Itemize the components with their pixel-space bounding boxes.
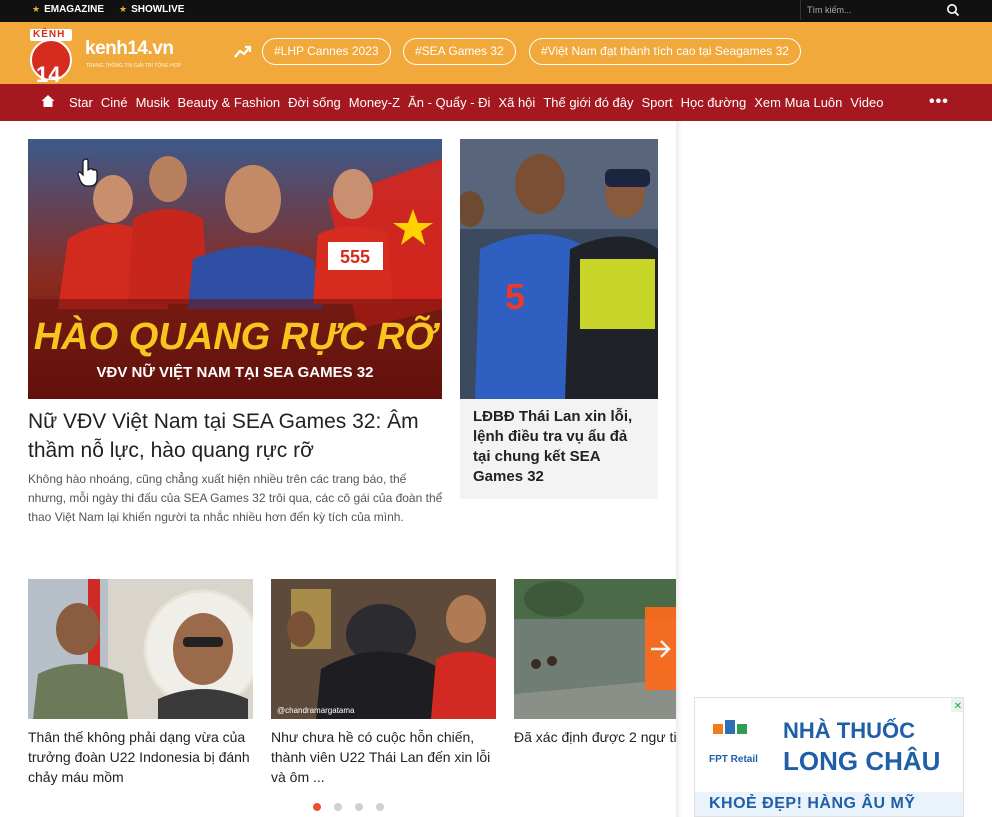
- card-illustration-indonesia: [28, 579, 253, 719]
- photo-watermark: @chandramargatama: [277, 706, 355, 715]
- nav-item-money-z[interactable]: Money-Z: [349, 95, 400, 110]
- top-bar: ★ EMAGAZINE ★ SHOWLIVE: [0, 0, 992, 22]
- card-image-indonesia[interactable]: [28, 579, 253, 719]
- side-story-image[interactable]: 5: [460, 139, 658, 399]
- emagazine-link[interactable]: ★ EMAGAZINE: [32, 4, 104, 15]
- ad-line-1: NHÀ THUỐC: [783, 718, 915, 743]
- carousel-dot-4[interactable]: [376, 803, 384, 811]
- card-title-indonesia[interactable]: Thân thế không phải dạng vừa của trưởng …: [28, 727, 253, 787]
- side-story-illustration: 5: [460, 139, 658, 399]
- carousel-dot-2[interactable]: [334, 803, 342, 811]
- nav-item-xa-hoi[interactable]: Xã hội: [498, 95, 535, 110]
- site-header: KÊNH 14 kenh14.vn TRANG THÔNG TIN GIẢI T…: [0, 22, 992, 87]
- trending-tag-cannes[interactable]: #LHP Cannes 2023: [262, 38, 391, 65]
- nav-item-doi-song[interactable]: Đời sống: [288, 95, 341, 110]
- trending-tag-vietnam-seagames[interactable]: #Việt Nam đạt thành tích cao tại Seagame…: [529, 38, 801, 65]
- ad-brand: FPT Retail: [709, 754, 758, 765]
- side-story-card[interactable]: 5 LĐBĐ Thái Lan xin lỗi, lệnh điều tra v…: [460, 139, 658, 499]
- long-chau-advertisement[interactable]: ✕ FPT Retail NHÀ THUỐC LONG CHÂU KHOẺ ĐẸ…: [694, 697, 964, 817]
- nav-items: Star Ciné Musik Beauty & Fashion Đời sốn…: [69, 84, 891, 121]
- logo-tagline: TRANG THÔNG TIN GIẢI TRÍ TỔNG HỢP: [86, 63, 182, 69]
- nav-item-video[interactable]: Video: [850, 95, 883, 110]
- search-box: [800, 0, 965, 20]
- logo-badge-kenh: KÊNH: [33, 29, 66, 40]
- trending-icon: [234, 45, 252, 58]
- nav-item-beauty-fashion[interactable]: Beauty & Fashion: [178, 95, 281, 110]
- showlive-label: SHOWLIVE: [131, 4, 185, 15]
- nav-item-xem-mua-luon[interactable]: Xem Mua Luôn: [754, 95, 842, 110]
- star-icon: ★: [32, 4, 41, 14]
- ad-line-2: LONG CHÂU: [783, 746, 941, 776]
- search-input[interactable]: [807, 3, 937, 17]
- nav-item-cine[interactable]: Ciné: [101, 95, 128, 110]
- featured-story-description: Không hào nhoáng, cũng chẳng xuất hiện n…: [28, 472, 443, 524]
- showlive-link[interactable]: ★ SHOWLIVE: [119, 4, 184, 15]
- side-story-title[interactable]: LĐBĐ Thái Lan xin lỗi, lệnh điều tra vụ …: [473, 407, 648, 487]
- featured-story-title[interactable]: Nữ VĐV Việt Nam tại SEA Games 32: Âm thầ…: [28, 407, 442, 465]
- card-title-hoan-kiem[interactable]: Đã xác định được 2 ngư tiên" tại hồ Hoàn…: [514, 727, 676, 747]
- nav-item-star[interactable]: Star: [69, 95, 93, 110]
- nav-item-musik[interactable]: Musik: [136, 95, 170, 110]
- nav-item-sport[interactable]: Sport: [642, 95, 673, 110]
- search-icon[interactable]: [946, 3, 960, 17]
- carousel-pagination: [313, 803, 384, 811]
- nav-item-hoc-duong[interactable]: Học đường: [681, 95, 747, 110]
- featured-image-subline: VĐV NỮ VIỆT NAM TẠI SEA GAMES 32: [97, 363, 374, 381]
- site-logo-text[interactable]: kenh14.vn: [85, 38, 174, 60]
- sidebar-divider: [676, 121, 682, 817]
- carousel-dot-3[interactable]: [355, 803, 363, 811]
- ad-choices-icon: ✕: [954, 701, 962, 712]
- card-image-thailand[interactable]: @chandramargatama: [271, 579, 496, 719]
- bib-number: 555: [340, 247, 370, 267]
- card-illustration-thailand: @chandramargatama: [271, 579, 496, 719]
- featured-image-headline: HÀO QUANG RỰC RỠ: [34, 314, 441, 358]
- star-icon: ★: [119, 4, 128, 14]
- home-icon[interactable]: [40, 93, 56, 109]
- more-menu-button[interactable]: •••: [929, 93, 949, 111]
- card-title-thailand[interactable]: Như chưa hề có cuộc hỗn chiến, thành viê…: [271, 727, 496, 787]
- nav-item-an-quay-di[interactable]: Ăn - Quẩy - Đi: [408, 95, 490, 110]
- carousel-next-arrow-icon[interactable]: [645, 607, 676, 690]
- nav-item-the-gioi[interactable]: Thế giới đó đây: [543, 95, 633, 110]
- emagazine-label: EMAGAZINE: [44, 4, 105, 15]
- jersey-number: 5: [505, 276, 525, 317]
- trending-tag-sea-games[interactable]: #SEA Games 32: [403, 38, 516, 65]
- main-nav: Star Ciné Musik Beauty & Fashion Đời sốn…: [0, 84, 992, 121]
- ad-slogan: KHOẺ ĐẸP! HÀNG ÂU MỸ: [709, 795, 916, 812]
- carousel-dot-1[interactable]: [313, 803, 321, 811]
- hand-cursor-icon: [77, 158, 98, 187]
